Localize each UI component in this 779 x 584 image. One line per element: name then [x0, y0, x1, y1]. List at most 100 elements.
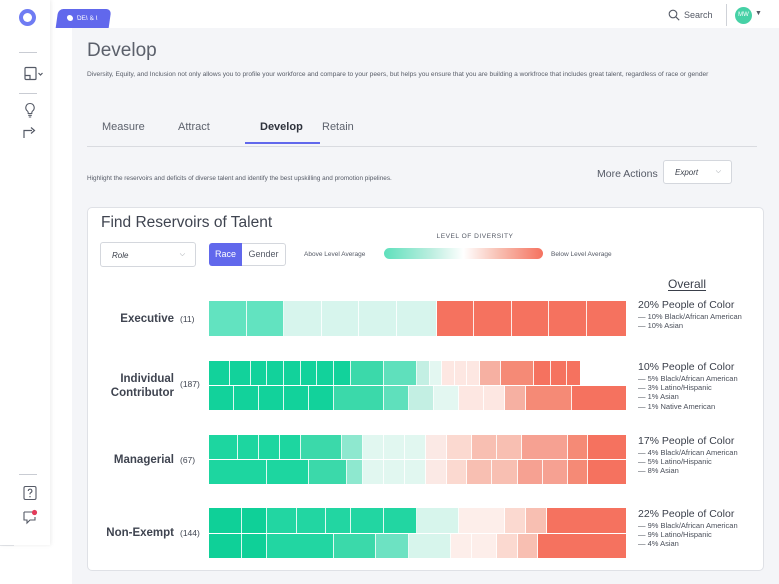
- chevron-down-icon[interactable]: ▼: [755, 10, 762, 17]
- treemap-cell: [317, 361, 335, 385]
- breakdown-line: — 5% Black/African American: [638, 374, 738, 383]
- treemap-cell: [209, 435, 239, 459]
- treemap-cell: [229, 361, 251, 385]
- role-select[interactable]: Role ⌵: [100, 242, 196, 267]
- treemap-cell: [325, 508, 351, 533]
- search-button[interactable]: Search: [668, 7, 713, 23]
- main-panel: Develop Diversity, Equity, and Inclusion…: [72, 28, 779, 584]
- below-average-label: Below Level Average: [551, 251, 612, 258]
- reservoirs-card: Find Reservoirs of Talent Role ⌵ Race Gen…: [87, 207, 764, 571]
- treemap-cell: [234, 386, 260, 410]
- treemap-cell: [505, 386, 526, 410]
- treemap-cell: [450, 533, 472, 558]
- treemap-cell: [459, 508, 506, 533]
- treemap-cell: [309, 386, 335, 410]
- treemap-cell: [496, 533, 518, 558]
- diversity-gradient-legend: [384, 248, 543, 259]
- treemap-cell: [446, 460, 468, 484]
- breakdown-line: — 4% Asian: [638, 539, 679, 549]
- treemap-cell: [242, 508, 268, 533]
- app-logo-icon[interactable]: [19, 9, 36, 26]
- card-title: Find Reservoirs of Talent: [101, 214, 273, 231]
- treemap-cell: [404, 435, 426, 459]
- chevron-down-icon: ⌵: [179, 251, 185, 258]
- user-avatar[interactable]: MW: [735, 7, 752, 24]
- treemap-cell: [429, 361, 443, 385]
- row-label-individual-contributor: Individual Contributor: [110, 373, 174, 399]
- treemap-cell: [567, 361, 580, 385]
- treemap-cell: [511, 301, 550, 336]
- tab-attract[interactable]: Attract: [178, 121, 210, 133]
- rail-divider: [19, 93, 37, 94]
- treemap-cell: [250, 361, 268, 385]
- rail-divider: [19, 474, 37, 475]
- treemap-cell: [259, 435, 280, 459]
- treemap-cell: [459, 386, 485, 410]
- treemap-cell: [321, 301, 360, 336]
- row-label-managerial: Managerial: [113, 454, 174, 466]
- row-count: (11): [180, 314, 195, 324]
- treemap-cell: [538, 533, 626, 558]
- treemap-cell: [409, 386, 435, 410]
- treemap-cell: [549, 301, 587, 336]
- treemap-cell: [571, 386, 626, 410]
- treemap-cell: [363, 435, 385, 459]
- treemap-cell: [267, 460, 310, 484]
- treemap-cell: [588, 460, 626, 484]
- treemap-cell: [238, 435, 260, 459]
- tab-develop[interactable]: Develop: [260, 121, 303, 133]
- active-tab-indicator: [245, 142, 320, 144]
- poc-summary: 22% People of Color: [638, 508, 735, 520]
- treemap-cell: [442, 361, 455, 385]
- treemap-bar-managerial[interactable]: [209, 435, 626, 484]
- treemap-cell: [346, 460, 364, 484]
- diversity-legend-title: LEVEL OF DIVERSITY: [436, 233, 514, 240]
- treemap-cell: [409, 533, 451, 558]
- help-icon[interactable]: [22, 485, 38, 501]
- layout-dropdown-icon[interactable]: [24, 66, 44, 82]
- treemap-cell: [517, 460, 543, 484]
- tab-measure[interactable]: Measure: [102, 121, 145, 133]
- breakdown-line: — 5% Latino/Hispanic: [638, 457, 712, 467]
- lightbulb-icon[interactable]: [22, 102, 38, 118]
- breakdown-line: — 10% Asian: [638, 321, 684, 331]
- treemap-cell: [284, 386, 310, 410]
- treemap-cell: [525, 386, 572, 410]
- poc-summary: 10% People of Color: [638, 361, 735, 373]
- treemap-cell: [517, 533, 539, 558]
- treemap-cell: [209, 386, 235, 410]
- share-arrow-icon[interactable]: [22, 124, 38, 140]
- rail-divider: [19, 52, 37, 53]
- race-toggle[interactable]: Race: [209, 243, 242, 266]
- treemap-cell: [242, 533, 268, 558]
- treemap-cell: [350, 361, 385, 385]
- top-bar: DEI & I Search MW ▼: [50, 0, 779, 28]
- treemap-cell: [521, 435, 568, 459]
- treemap-cell: [471, 533, 497, 558]
- treemap-cell: [384, 386, 410, 410]
- treemap-cell: [342, 435, 364, 459]
- row-label-non-exempt: Non-Exempt: [106, 527, 174, 539]
- treemap-bar-non-exempt[interactable]: [209, 508, 626, 558]
- treemap-bar-individual-contributor[interactable]: [209, 361, 626, 410]
- module-tag[interactable]: DEI & I: [55, 9, 111, 28]
- treemap-cell: [384, 361, 418, 385]
- treemap-cell: [567, 435, 589, 459]
- chevron-down-icon: ⌵: [715, 168, 721, 175]
- breakdown-line: — 1% Native American: [638, 401, 716, 411]
- treemap-cell: [417, 508, 460, 533]
- gender-toggle[interactable]: Gender: [242, 243, 286, 266]
- tab-retain[interactable]: Retain: [322, 121, 354, 133]
- feedback-notification-icon[interactable]: [22, 509, 38, 525]
- treemap-cell: [209, 533, 243, 558]
- treemap-cell: [479, 361, 501, 385]
- breakdown-line: — 3% Latino/Hispanic: [638, 383, 712, 393]
- stats-non-exempt: 22% People of Color — 9% Black/African A…: [638, 508, 738, 549]
- left-rail: [0, 0, 50, 545]
- overall-heading[interactable]: Overall: [668, 277, 706, 291]
- treemap-cell: [505, 508, 526, 533]
- export-label: Export: [675, 168, 699, 177]
- treemap-bar-executive[interactable]: [209, 301, 626, 336]
- tag-dot-icon: [66, 15, 74, 21]
- export-dropdown[interactable]: Export ⌵: [663, 160, 732, 184]
